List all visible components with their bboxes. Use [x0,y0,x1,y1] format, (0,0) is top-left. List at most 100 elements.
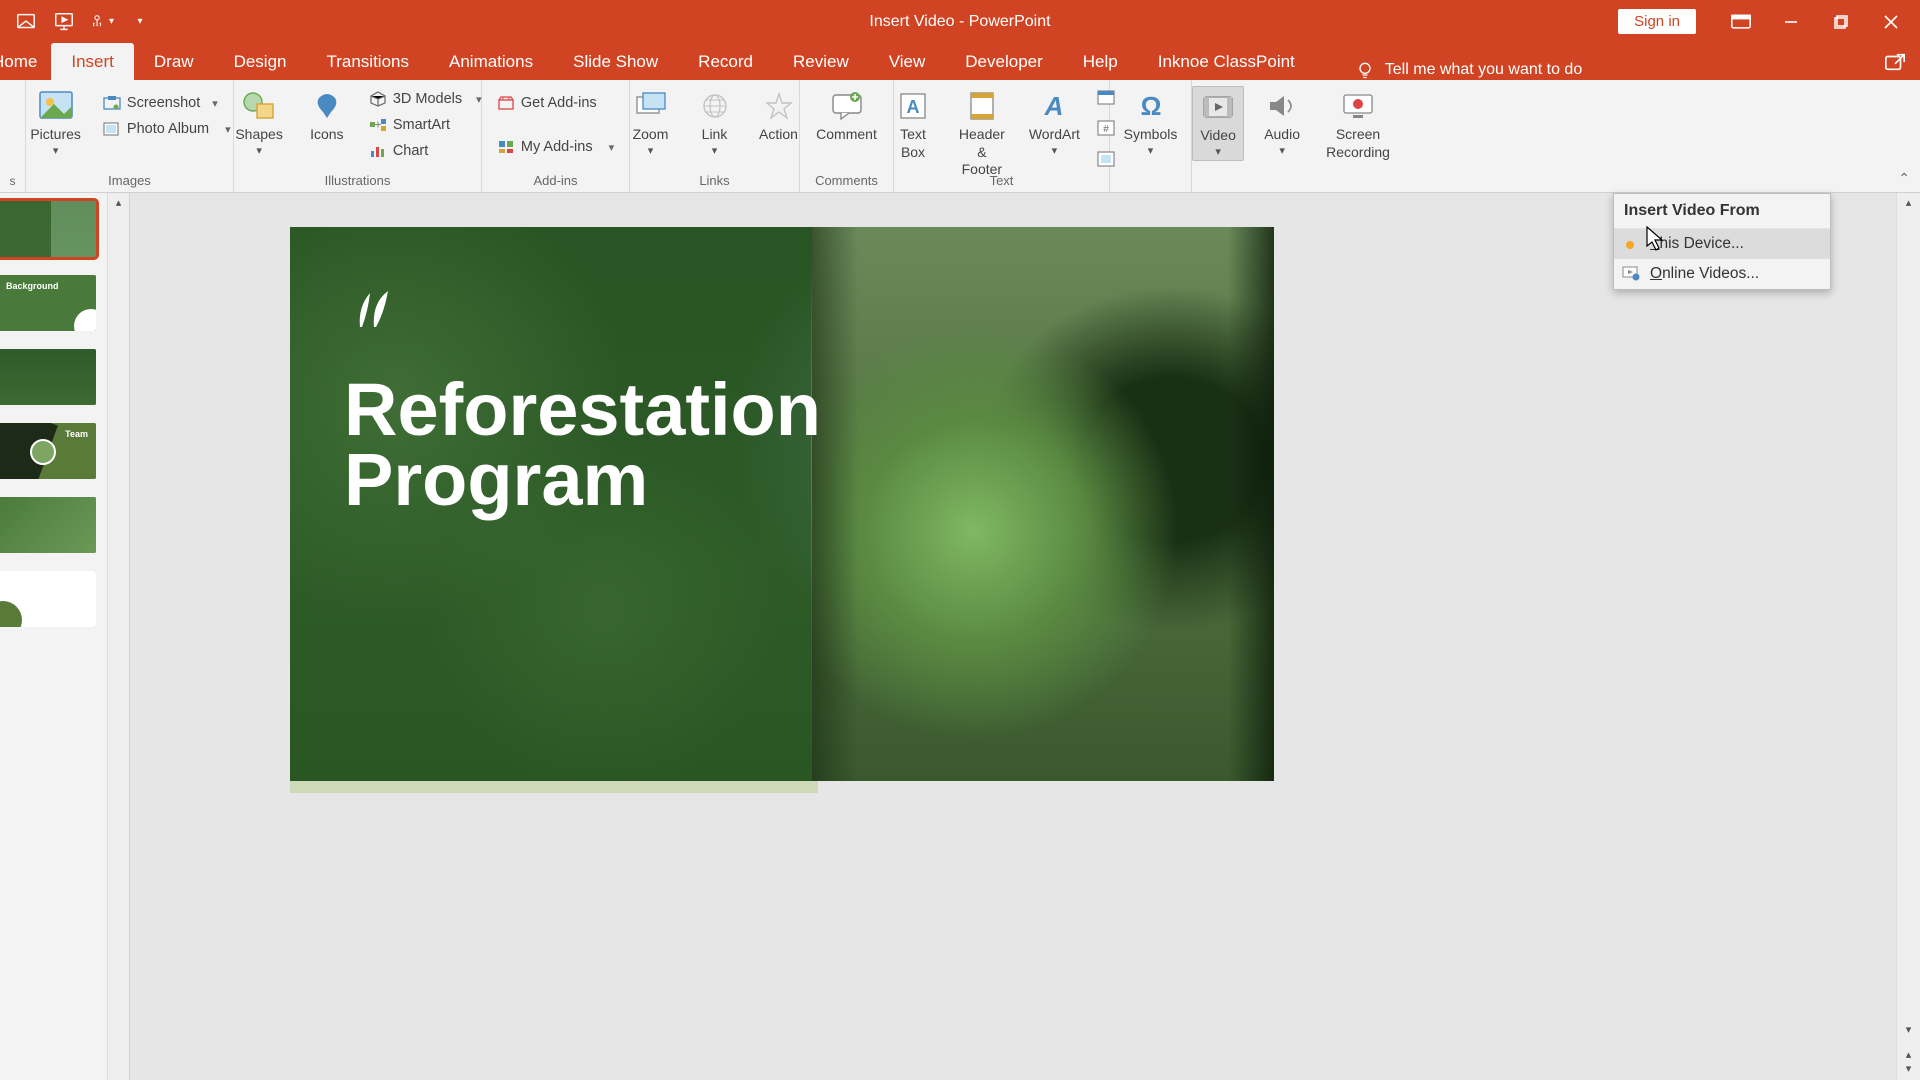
svg-text:Ω: Ω [1140,91,1161,121]
tab-insert[interactable]: Insert [51,43,134,80]
slideshow-start-icon[interactable] [52,10,76,34]
slide-underbar [290,781,818,793]
editor-scroll-down-icon[interactable]: ▾ [1897,1020,1920,1040]
tab-review[interactable]: Review [773,43,869,80]
ribbon-tabs: Home Insert Draw Design Transitions Anim… [0,43,1920,80]
tab-draw[interactable]: Draw [134,43,214,80]
slide-thumbnail-1[interactable] [0,201,96,257]
signin-button[interactable]: Sign in [1618,9,1696,34]
dropdown-header: Insert Video From [1614,194,1830,229]
link-icon [697,88,733,124]
tell-me-placeholder: Tell me what you want to do [1385,61,1582,79]
slide-thumbnail-6[interactable] [0,571,96,627]
tell-me-search[interactable]: Tell me what you want to do [1355,60,1582,80]
maximize-button[interactable] [1818,8,1864,36]
quick-access-toolbar: ▾ ▾ [0,10,152,34]
qat-customize-caret[interactable]: ▾ [128,10,152,34]
link-button: Link ▾ [689,86,741,159]
symbols-button[interactable]: Ω Symbols ▾ [1118,86,1184,159]
autosave-icon[interactable] [14,10,38,34]
comment-icon [829,88,865,124]
smartart-button[interactable]: SmartArt [365,114,486,136]
group-media: Video ▾ Audio ▾ Screen Recording [1192,80,1396,192]
action-button: Action [753,86,805,146]
pictures-button[interactable]: Pictures ▾ [24,86,87,159]
tab-help[interactable]: Help [1063,43,1138,80]
header-footer-icon [964,88,1000,124]
photo-album-button[interactable]: Photo Album▾ [99,118,235,140]
collapse-ribbon-icon[interactable]: ⌃ [1898,170,1910,187]
recording-dot-icon [1626,241,1634,249]
close-button[interactable] [1868,8,1914,36]
tab-developer[interactable]: Developer [945,43,1063,80]
tab-home[interactable]: Home [0,43,51,80]
tab-transitions[interactable]: Transitions [306,43,429,80]
slide-thumbnail-2[interactable]: Background [0,275,96,331]
store-icon [497,94,515,112]
group-symbols: Ω Symbols ▾ [1110,80,1192,192]
icons-icon [309,88,345,124]
group-text: A Text Box Header & Footer A WordArt ▾ #… [894,80,1110,192]
group-slides-partial: s [0,80,26,192]
addins-icon [497,138,515,156]
get-addins-button[interactable]: Get Add-ins [493,92,618,114]
group-addins: Get Add-ins My Add-ins▾ Add-ins [482,80,630,192]
zoom-icon [633,88,669,124]
slide-thumbnail-4[interactable]: Team [0,423,96,479]
window-controls: Sign in [1618,8,1920,36]
video-icon [1200,89,1236,125]
wordart-button[interactable]: A WordArt ▾ [1025,86,1084,159]
chart-button[interactable]: Chart [365,140,486,162]
group-label-images: Images [26,173,233,188]
thumbnail-scrollbar[interactable]: ▴ [107,193,129,1080]
group-label-comments: Comments [800,173,893,188]
dropdown-this-device[interactable]: This Device... [1614,229,1830,259]
svg-text:A: A [1044,91,1064,121]
group-label-links: Links [630,173,799,188]
minimize-button[interactable] [1768,8,1814,36]
slide-forest-image [812,227,1274,781]
slide-canvas[interactable]: Reforestation Program [290,227,1274,781]
tab-record[interactable]: Record [678,43,773,80]
tab-design[interactable]: Design [214,43,307,80]
editor-scrollbar[interactable]: ▴ ▾ ▴▾ [1896,193,1920,1080]
tab-animations[interactable]: Animations [429,43,553,80]
next-slide-icon[interactable]: ▴▾ [1897,1044,1920,1080]
text-box-button[interactable]: A Text Box [887,86,939,163]
tab-slideshow[interactable]: Slide Show [553,43,678,80]
icons-button[interactable]: Icons [301,86,353,146]
header-footer-button[interactable]: Header & Footer [951,86,1013,181]
pictures-icon [38,88,74,124]
screen-recording-button[interactable]: Screen Recording [1320,86,1396,163]
dropdown-online-videos[interactable]: Online Videos... [1614,259,1830,289]
text-box-icon: A [895,88,931,124]
slide-title[interactable]: Reforestation Program [344,375,821,516]
screenshot-button[interactable]: Screenshot▾ [99,92,235,114]
tab-classpoint[interactable]: Inknoe ClassPoint [1138,43,1315,80]
group-label-slides: s [0,174,25,188]
group-label-illustrations: Illustrations [234,173,481,188]
my-addins-button[interactable]: My Add-ins▾ [493,136,618,158]
shapes-button[interactable]: Shapes ▾ [229,86,288,159]
3d-models-button[interactable]: 3D Models▾ [365,88,486,110]
video-dropdown-menu: Insert Video From This Device... Online … [1613,193,1831,290]
video-button[interactable]: Video ▾ [1192,86,1244,161]
scroll-up-icon[interactable]: ▴ [108,193,129,213]
online-video-icon [1622,265,1640,283]
share-icon[interactable] [1884,51,1906,73]
touch-mode-icon[interactable]: ▾ [90,10,114,34]
tab-view[interactable]: View [869,43,946,80]
comment-button[interactable]: Comment [810,86,883,146]
slide-thumbnail-3[interactable] [0,349,96,405]
group-label-text: Text [894,173,1109,188]
editor-scroll-up-icon[interactable]: ▴ [1897,193,1920,213]
ribbon-display-options-icon[interactable] [1718,8,1764,36]
ribbon-insert: s Pictures ▾ Screenshot▾ Photo Album▾ Im… [0,80,1920,193]
group-illustrations: Shapes ▾ Icons 3D Models▾ SmartArt Char [234,80,482,192]
slide-thumbnail-5[interactable] [0,497,96,553]
symbols-icon: Ω [1133,88,1169,124]
lightbulb-icon [1355,60,1375,80]
group-links: Zoom ▾ Link ▾ Action Links [630,80,800,192]
zoom-button[interactable]: Zoom ▾ [625,86,677,159]
audio-button[interactable]: Audio ▾ [1256,86,1308,159]
